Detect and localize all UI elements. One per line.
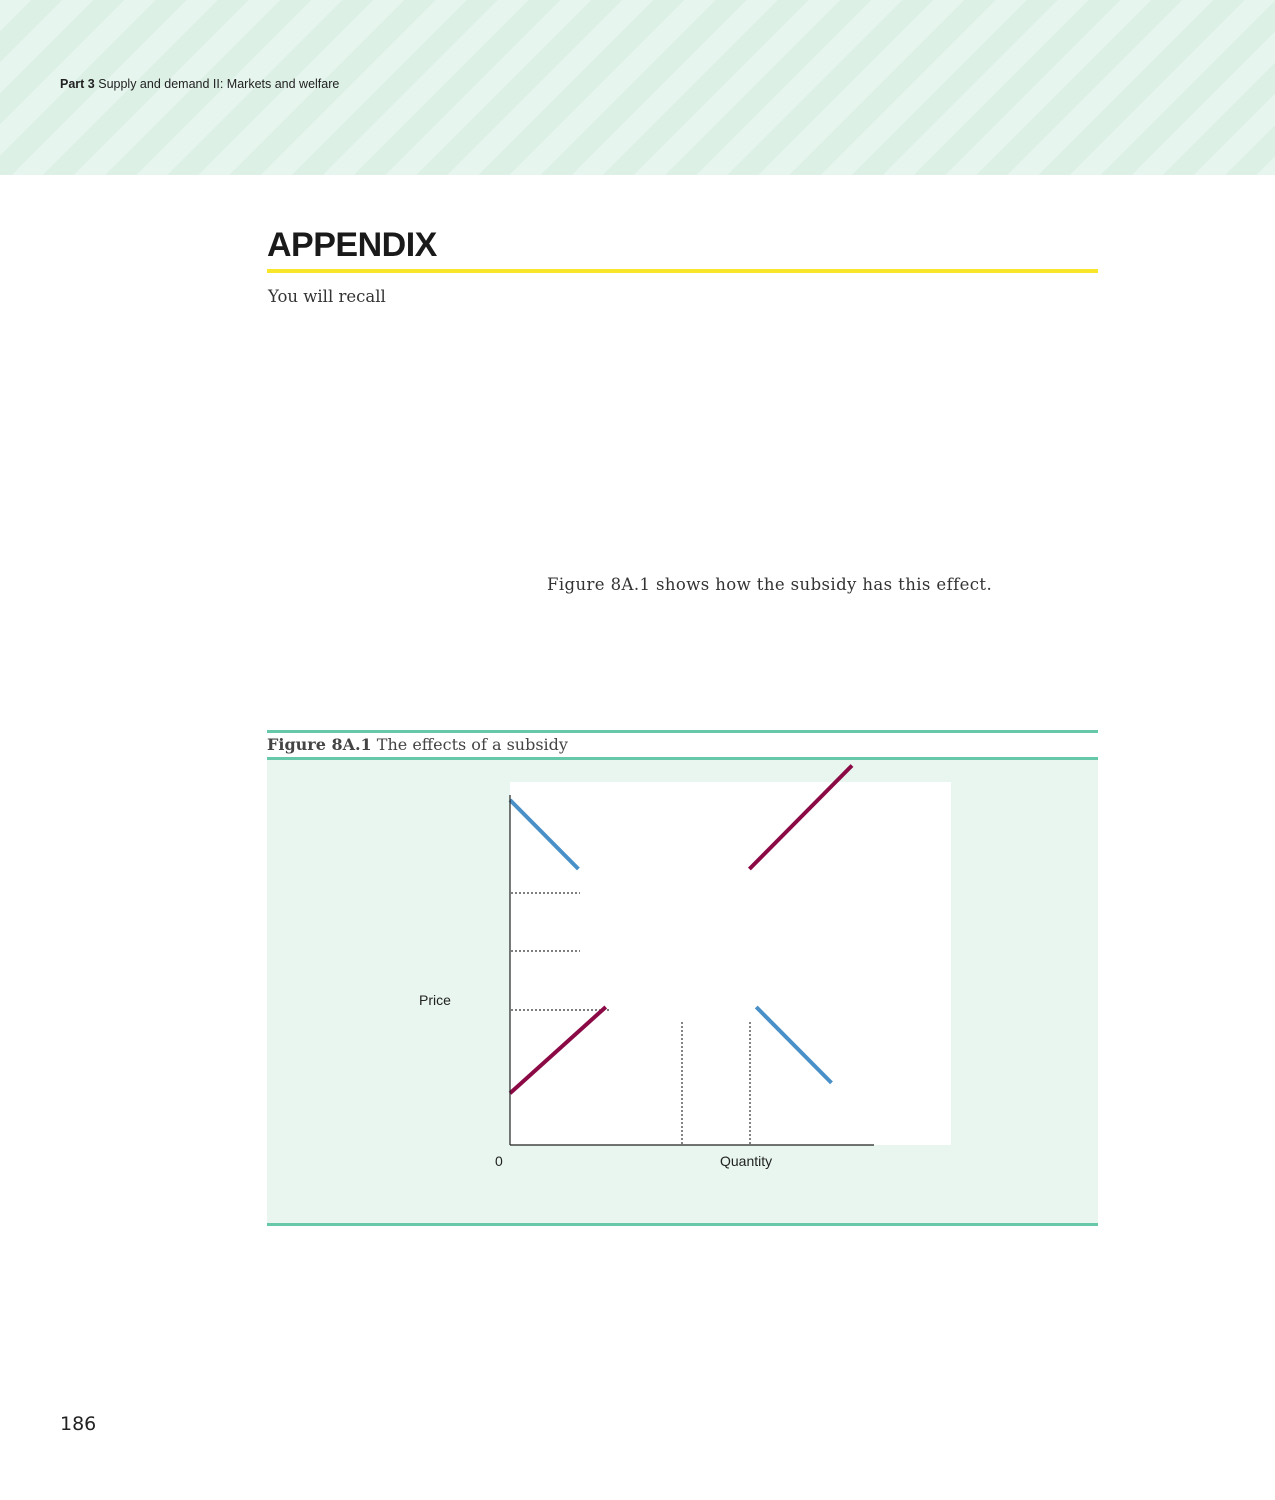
- appendix-title: APPENDIX: [267, 226, 437, 264]
- origin-label: 0: [495, 1153, 503, 1169]
- plot-background: [510, 782, 951, 1145]
- figure-bottom-rule: [267, 1223, 1098, 1226]
- figure-panel: Price 0 Quantity: [267, 760, 1098, 1223]
- figure-number: Figure 8A.1: [267, 735, 372, 754]
- running-head-title: Supply and demand II: Markets and welfar…: [98, 77, 340, 91]
- figure-caption: Figure 8A.1 The effects of a subsidy: [267, 735, 568, 754]
- title-underline: [267, 269, 1098, 273]
- figure-reference-text: Figure 8A.1 shows how the subsidy has th…: [547, 575, 993, 594]
- page-number: 186: [60, 1413, 97, 1435]
- subsidy-chart: Price 0 Quantity: [419, 764, 951, 1169]
- running-head: Part 3 Supply and demand II: Markets and…: [60, 77, 339, 91]
- figure-caption-text: The effects of a subsidy: [376, 735, 568, 754]
- x-axis-label: Quantity: [720, 1153, 772, 1169]
- intro-text: You will recall: [268, 287, 386, 306]
- running-head-part: Part 3: [60, 77, 95, 91]
- figure-top-rule: [267, 730, 1098, 733]
- y-axis-label: Price: [419, 992, 451, 1008]
